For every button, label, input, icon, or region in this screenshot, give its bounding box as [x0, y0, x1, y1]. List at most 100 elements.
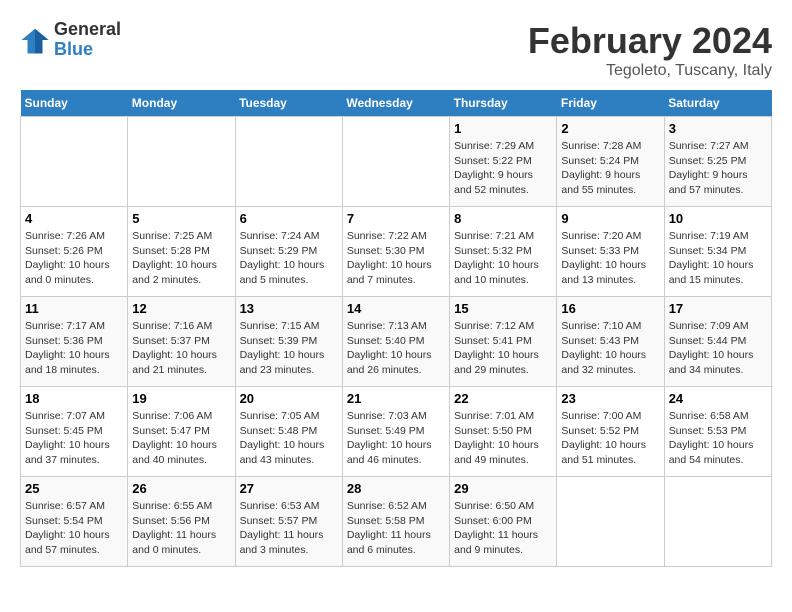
cell-content: Sunrise: 6:58 AMSunset: 5:53 PMDaylight:… [669, 409, 767, 468]
calendar-cell: 26Sunrise: 6:55 AMSunset: 5:56 PMDayligh… [128, 477, 235, 567]
calendar-cell: 17Sunrise: 7:09 AMSunset: 5:44 PMDayligh… [664, 297, 771, 387]
day-number: 26 [132, 481, 230, 496]
calendar-cell: 29 Sunrise: 6:50 AMSunset: 6:00 PMDayligh… [450, 477, 557, 567]
calendar-cell: 11 Sunrise: 7:17 AMSunset: 5:36 PMDayligh… [21, 297, 128, 387]
day-number: 6 [240, 211, 338, 226]
calendar-cell: 14 Sunrise: 7:13 AMSunset: 5:40 PMDayligh… [342, 297, 449, 387]
cell-content: Sunrise: 7:21 AMSunset: 5:32 PMDaylight:… [454, 229, 552, 288]
day-number: 4 [25, 211, 123, 226]
calendar-week-row: 1Sunrise: 7:29 AMSunset: 5:22 PMDaylight… [21, 117, 772, 207]
weekday-header: Saturday [664, 90, 771, 117]
calendar-cell: 23 Sunrise: 7:00 AMSunset: 5:52 PMDayligh… [557, 387, 664, 477]
cell-content: Sunrise: 7:28 AMSunset: 5:24 PMDaylight:… [561, 139, 659, 198]
cell-content: Sunrise: 7:25 AMSunset: 5:28 PMDaylight:… [132, 229, 230, 288]
cell-content: Sunrise: 6:50 AMSunset: 6:00 PMDaylight:… [454, 499, 552, 558]
weekday-header: Monday [128, 90, 235, 117]
day-number: 23 [561, 391, 659, 406]
cell-content: Sunrise: 6:52 AMSunset: 5:58 PMDaylight:… [347, 499, 445, 558]
day-number: 18 [25, 391, 123, 406]
calendar-cell: 5 Sunrise: 7:25 AMSunset: 5:28 PMDaylight… [128, 207, 235, 297]
calendar-cell: 21 Sunrise: 7:03 AMSunset: 5:49 PMDayligh… [342, 387, 449, 477]
weekday-header: Sunday [21, 90, 128, 117]
day-number: 5 [132, 211, 230, 226]
day-number: 21 [347, 391, 445, 406]
cell-content: Sunrise: 7:03 AMSunset: 5:49 PMDaylight:… [347, 409, 445, 468]
calendar-cell: 20 Sunrise: 7:05 AMSunset: 5:48 PMDayligh… [235, 387, 342, 477]
day-number: 14 [347, 301, 445, 316]
calendar-cell: 9 Sunrise: 7:20 AMSunset: 5:33 PMDaylight… [557, 207, 664, 297]
logo-general-text: General [54, 20, 121, 40]
calendar-cell: 16Sunrise: 7:10 AMSunset: 5:43 PMDayligh… [557, 297, 664, 387]
calendar-cell: 24 Sunrise: 6:58 AMSunset: 5:53 PMDayligh… [664, 387, 771, 477]
cell-content: Sunrise: 6:53 AMSunset: 5:57 PMDaylight:… [240, 499, 338, 558]
day-number: 7 [347, 211, 445, 226]
cell-content: Sunrise: 7:05 AMSunset: 5:48 PMDaylight:… [240, 409, 338, 468]
calendar-cell: 19 Sunrise: 7:06 AMSunset: 5:47 PMDayligh… [128, 387, 235, 477]
calendar-cell: 18Sunrise: 7:07 AMSunset: 5:45 PMDayligh… [21, 387, 128, 477]
day-number: 15 [454, 301, 552, 316]
calendar-week-row: 11 Sunrise: 7:17 AMSunset: 5:36 PMDayligh… [21, 297, 772, 387]
cell-content: Sunrise: 7:01 AMSunset: 5:50 PMDaylight:… [454, 409, 552, 468]
day-number: 17 [669, 301, 767, 316]
day-number: 19 [132, 391, 230, 406]
day-number: 9 [561, 211, 659, 226]
day-number: 20 [240, 391, 338, 406]
day-number: 10 [669, 211, 767, 226]
cell-content: Sunrise: 7:15 AMSunset: 5:39 PMDaylight:… [240, 319, 338, 378]
calendar-cell: 1Sunrise: 7:29 AMSunset: 5:22 PMDaylight… [450, 117, 557, 207]
day-number: 13 [240, 301, 338, 316]
day-number: 1 [454, 121, 552, 136]
cell-content: Sunrise: 7:27 AMSunset: 5:25 PMDaylight:… [669, 139, 767, 198]
calendar-cell: 13 Sunrise: 7:15 AMSunset: 5:39 PMDayligh… [235, 297, 342, 387]
weekday-header: Wednesday [342, 90, 449, 117]
calendar-cell: 25 Sunrise: 6:57 AMSunset: 5:54 PMDayligh… [21, 477, 128, 567]
calendar-cell: 2 Sunrise: 7:28 AMSunset: 5:24 PMDaylight… [557, 117, 664, 207]
cell-content: Sunrise: 7:19 AMSunset: 5:34 PMDaylight:… [669, 229, 767, 288]
weekday-header: Friday [557, 90, 664, 117]
calendar-cell [235, 117, 342, 207]
title-section: February 2024 Tegoleto, Tuscany, Italy [528, 20, 772, 80]
calendar-cell: 28 Sunrise: 6:52 AMSunset: 5:58 PMDayligh… [342, 477, 449, 567]
calendar-cell: 22Sunrise: 7:01 AMSunset: 5:50 PMDayligh… [450, 387, 557, 477]
calendar-body: 1Sunrise: 7:29 AMSunset: 5:22 PMDaylight… [21, 117, 772, 567]
calendar-cell: 7 Sunrise: 7:22 AMSunset: 5:30 PMDaylight… [342, 207, 449, 297]
logo: General Blue [20, 20, 121, 60]
calendar-table: SundayMondayTuesdayWednesdayThursdayFrid… [20, 90, 772, 567]
logo-icon [20, 25, 50, 55]
day-number: 2 [561, 121, 659, 136]
cell-content: Sunrise: 7:00 AMSunset: 5:52 PMDaylight:… [561, 409, 659, 468]
day-number: 24 [669, 391, 767, 406]
calendar-cell [342, 117, 449, 207]
cell-content: Sunrise: 7:16 AMSunset: 5:37 PMDaylight:… [132, 319, 230, 378]
weekday-header: Tuesday [235, 90, 342, 117]
cell-content: Sunrise: 7:22 AMSunset: 5:30 PMDaylight:… [347, 229, 445, 288]
day-number: 11 [25, 301, 123, 316]
cell-content: Sunrise: 7:06 AMSunset: 5:47 PMDaylight:… [132, 409, 230, 468]
day-number: 12 [132, 301, 230, 316]
calendar-cell [664, 477, 771, 567]
cell-content: Sunrise: 7:26 AMSunset: 5:26 PMDaylight:… [25, 229, 123, 288]
cell-content: Sunrise: 7:17 AMSunset: 5:36 PMDaylight:… [25, 319, 123, 378]
logo-blue-text: Blue [54, 40, 121, 60]
subtitle: Tegoleto, Tuscany, Italy [528, 62, 772, 80]
main-title: February 2024 [528, 20, 772, 62]
calendar-cell: 15 Sunrise: 7:12 AMSunset: 5:41 PMDayligh… [450, 297, 557, 387]
day-number: 8 [454, 211, 552, 226]
calendar-cell [128, 117, 235, 207]
calendar-week-row: 18Sunrise: 7:07 AMSunset: 5:45 PMDayligh… [21, 387, 772, 477]
page-header: General Blue February 2024 Tegoleto, Tus… [20, 20, 772, 80]
cell-content: Sunrise: 7:12 AMSunset: 5:41 PMDaylight:… [454, 319, 552, 378]
cell-content: Sunrise: 6:57 AMSunset: 5:54 PMDaylight:… [25, 499, 123, 558]
day-number: 28 [347, 481, 445, 496]
calendar-cell: 27 Sunrise: 6:53 AMSunset: 5:57 PMDayligh… [235, 477, 342, 567]
day-number: 27 [240, 481, 338, 496]
cell-content: Sunrise: 7:10 AMSunset: 5:43 PMDaylight:… [561, 319, 659, 378]
cell-content: Sunrise: 7:13 AMSunset: 5:40 PMDaylight:… [347, 319, 445, 378]
logo-text: General Blue [54, 20, 121, 60]
calendar-cell [21, 117, 128, 207]
cell-content: Sunrise: 7:20 AMSunset: 5:33 PMDaylight:… [561, 229, 659, 288]
day-number: 25 [25, 481, 123, 496]
day-number: 3 [669, 121, 767, 136]
day-number: 29 [454, 481, 552, 496]
cell-content: Sunrise: 7:24 AMSunset: 5:29 PMDaylight:… [240, 229, 338, 288]
